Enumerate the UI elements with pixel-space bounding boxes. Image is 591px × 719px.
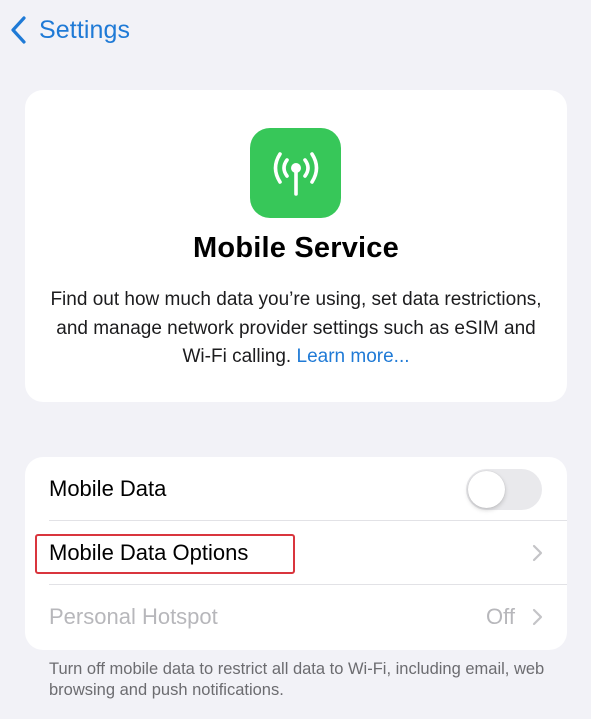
settings-page: Settings Mobile Service Find out how muc…: [0, 0, 591, 719]
personal-hotspot-value: Off: [486, 604, 515, 629]
row-mobile-data: Mobile Data: [25, 457, 567, 521]
mobile-data-toggle[interactable]: [466, 469, 542, 510]
row-label-personal-hotspot: Personal Hotspot: [49, 604, 218, 629]
row-label-mobile-data-options: Mobile Data Options: [49, 540, 249, 565]
info-card: Mobile Service Find out how much data yo…: [25, 90, 567, 402]
row-personal-hotspot[interactable]: Personal Hotspot Off: [25, 585, 567, 649]
row-label-mobile-data: Mobile Data: [49, 476, 167, 501]
footnote: Turn off mobile data to restrict all dat…: [49, 660, 545, 699]
row-mobile-data-options[interactable]: Mobile Data Options: [25, 521, 567, 585]
chevron-right-icon: [532, 607, 543, 627]
toggle-knob: [468, 471, 505, 508]
learn-more-link[interactable]: Learn more...: [297, 346, 410, 367]
page-title: Mobile Service: [193, 232, 399, 264]
mobile-data-list: Mobile Data Mobile Data Options Personal…: [25, 457, 567, 650]
info-description: Find out how much data you’re using, set…: [45, 286, 547, 372]
chevron-right-icon: [532, 543, 543, 563]
back-label: Settings: [39, 15, 131, 44]
antenna-icon: [250, 128, 341, 218]
back-button[interactable]: Settings: [10, 10, 130, 50]
chevron-left-icon: [10, 15, 27, 45]
